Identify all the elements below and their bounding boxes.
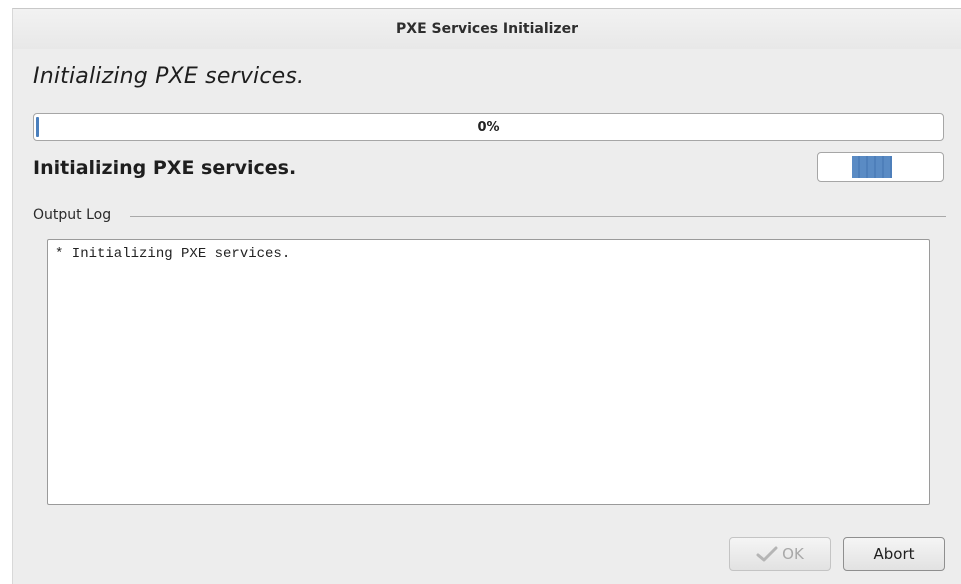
activity-indicator-block [852,156,892,178]
check-icon [756,546,778,562]
ok-button-label: OK [782,545,804,563]
abort-button[interactable]: Abort [843,537,945,571]
progress-bar: 0% [33,113,944,141]
dialog-window: PXE Services Initializer Initializing PX… [12,8,961,584]
window-title: PXE Services Initializer [396,21,578,37]
output-log-divider [130,216,946,217]
output-log-legend: Output Log [33,207,114,223]
window-titlebar[interactable]: PXE Services Initializer [13,9,961,49]
status-text: Initializing PXE services. [33,157,297,179]
progress-label: 0% [477,119,500,135]
ok-button[interactable]: OK [729,537,831,571]
abort-button-label: Abort [873,545,915,563]
activity-indicator [817,152,944,182]
output-log-group: Output Log * Initializing PXE services. [33,207,946,537]
dialog-heading: Initializing PXE services. [33,64,305,89]
output-log-textarea[interactable]: * Initializing PXE services. [47,239,930,505]
